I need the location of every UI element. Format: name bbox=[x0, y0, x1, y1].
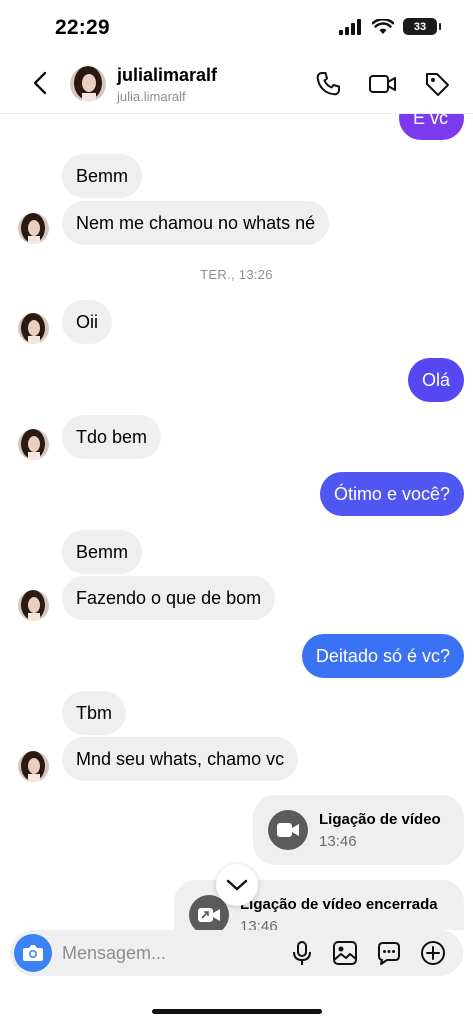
video-call-icon bbox=[268, 810, 308, 850]
message-incoming[interactable]: Tbm bbox=[62, 691, 126, 735]
message-incoming[interactable]: Oii bbox=[62, 300, 112, 344]
chevron-down-icon bbox=[226, 879, 248, 891]
message-incoming[interactable]: Fazendo o que de bom bbox=[62, 576, 276, 620]
message-incoming[interactable]: Tdo bem bbox=[62, 415, 162, 459]
home-indicator bbox=[152, 1009, 322, 1014]
message-outgoing[interactable]: É vc bbox=[398, 114, 464, 140]
contact-avatar[interactable] bbox=[18, 590, 49, 621]
wifi-icon bbox=[372, 18, 394, 34]
message-incoming[interactable]: Bemm bbox=[62, 154, 143, 198]
call-time: 13:46 bbox=[240, 918, 278, 930]
contact-avatar[interactable] bbox=[18, 213, 49, 244]
image-icon[interactable] bbox=[331, 939, 359, 967]
message-composer bbox=[10, 930, 463, 976]
message-list[interactable]: É vc Bemm Nem me chamou no whats né TER.… bbox=[0, 114, 473, 930]
sticker-icon[interactable] bbox=[375, 939, 403, 967]
signal-icon bbox=[339, 18, 361, 35]
camera-button[interactable] bbox=[14, 934, 52, 972]
message-input[interactable] bbox=[62, 942, 282, 964]
contact-avatar[interactable] bbox=[18, 751, 49, 782]
contact-name[interactable]: julialimaralf bbox=[117, 65, 217, 86]
video-icon[interactable] bbox=[368, 70, 398, 98]
status-time: 22:29 bbox=[55, 16, 110, 39]
status-bar: 22:29 33 bbox=[0, 0, 473, 58]
contact-avatar[interactable] bbox=[18, 313, 49, 344]
contact-avatar[interactable] bbox=[18, 429, 49, 460]
video-call-card[interactable]: Ligação de vídeo 13:46 bbox=[253, 795, 464, 865]
message-timestamp: TER., 13:26 bbox=[200, 267, 273, 282]
call-time: 13:46 bbox=[319, 833, 357, 850]
status-icons: 33 bbox=[339, 18, 441, 35]
back-icon[interactable] bbox=[28, 70, 54, 96]
contact-handle[interactable]: julia.limaralf bbox=[117, 89, 186, 104]
scroll-to-bottom-button[interactable] bbox=[216, 864, 258, 906]
phone-icon[interactable] bbox=[314, 70, 342, 98]
microphone-icon[interactable] bbox=[288, 939, 316, 967]
camera-icon bbox=[23, 945, 43, 961]
message-incoming[interactable]: Nem me chamou no whats né bbox=[62, 201, 330, 245]
message-outgoing[interactable]: Olá bbox=[407, 358, 464, 402]
message-incoming[interactable]: Bemm bbox=[62, 530, 143, 574]
message-outgoing[interactable]: Ótimo e você? bbox=[319, 472, 464, 516]
plus-icon[interactable] bbox=[419, 939, 447, 967]
header-avatar[interactable] bbox=[70, 66, 106, 102]
tag-icon[interactable] bbox=[423, 70, 451, 98]
message-incoming[interactable]: Mnd seu whats, chamo vc bbox=[62, 737, 299, 781]
call-title: Ligação de vídeo bbox=[319, 811, 441, 828]
call-title: Ligação de vídeo encerrada bbox=[240, 896, 438, 913]
message-outgoing[interactable]: Deitado só é vc? bbox=[301, 634, 464, 678]
chat-header: julialimaralf julia.limaralf bbox=[0, 58, 473, 114]
battery-indicator: 33 bbox=[403, 18, 441, 35]
